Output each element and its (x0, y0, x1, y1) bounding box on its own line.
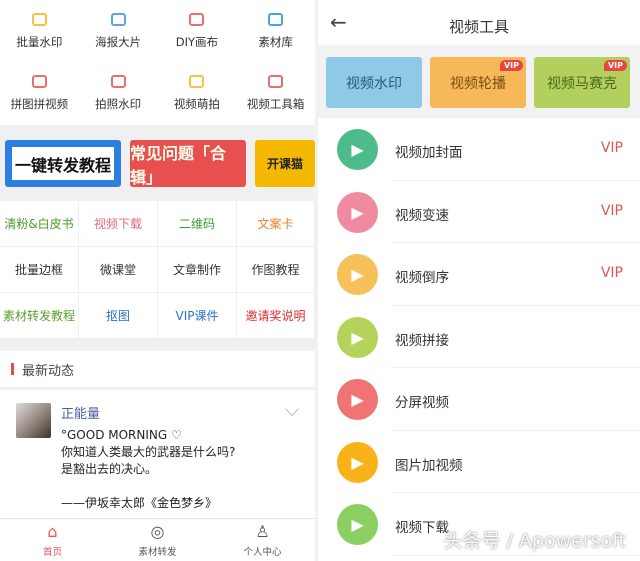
image-video-icon: ▶ (337, 441, 378, 483)
link-item[interactable]: 文案卡 (237, 201, 315, 247)
banner-strip: 一键转发教程 常见问题「合辑」 开课猫 (5, 140, 315, 187)
tile-label: 视频水印 (346, 75, 402, 92)
tile-1[interactable]: 视频水印 (326, 57, 422, 108)
quick-tool-label: 素材库 (258, 34, 293, 49)
tool-label: 图片加视频 (395, 457, 463, 474)
quick-tool-8[interactable]: 视频工具箱 (236, 62, 315, 124)
home-icon: ⌂ (47, 521, 58, 541)
link-item[interactable]: 素材转发教程 (0, 293, 79, 339)
poster-icon (110, 12, 126, 26)
canvas-icon (189, 12, 205, 26)
vip-badge: VIP (603, 60, 627, 71)
tile-2[interactable]: 视频轮播 VIP (430, 57, 526, 108)
image-icon (31, 12, 47, 26)
quick-tool-label: 拍照水印 (95, 96, 142, 111)
layers-icon (268, 12, 284, 26)
quick-tool-4[interactable]: 素材库 (236, 0, 315, 62)
video-speed-icon: ▶ (337, 191, 378, 233)
tool-label: 视频下载 (395, 520, 449, 536)
quick-tool-label: 海报大片 (95, 34, 142, 49)
video-camera-icon (189, 74, 205, 88)
video-reverse-icon: ▶ (337, 254, 378, 295)
vip-badge: VIP (499, 60, 523, 71)
tool-label: 视频拼接 (395, 332, 449, 349)
link-item[interactable]: 视频下载 (79, 201, 158, 247)
quick-tool-7[interactable]: 视频萌拍 (158, 62, 237, 124)
link-item[interactable]: 作图教程 (237, 247, 315, 293)
chevron-down-icon[interactable] (284, 401, 300, 417)
video-merge-icon: ▶ (337, 316, 378, 358)
page-title: 视频工具 (448, 18, 509, 36)
quick-tool-1[interactable]: 批量水印 (0, 0, 79, 62)
tool-row[interactable]: ▶ 视频倒序 VIP (318, 243, 640, 306)
banner-2[interactable]: 常见问题「合辑」 (130, 140, 246, 187)
watermark: 头条号 / Apowersoft (443, 530, 626, 552)
banner-1[interactable]: 一键转发教程 (5, 140, 121, 187)
quick-tool-2[interactable]: 海报大片 (79, 0, 158, 62)
quick-tool-label: 视频萌拍 (173, 96, 220, 111)
tile-label: 视频轮播 (450, 75, 506, 92)
vip-label: VIP (600, 140, 623, 156)
tile-label: 视频马赛克 (547, 75, 617, 92)
post-author[interactable]: 正能量 (61, 403, 100, 422)
link-grid: 清粉&白皮书 视频下载 二维码 文案卡批量边框 微课堂 文章制作 作图教程素材转发教程 抠图 V… (0, 201, 315, 339)
nav-2[interactable]: ◎ 素材转发 (105, 519, 210, 561)
link-item[interactable]: 清粉&白皮书 (0, 201, 79, 247)
tool-row[interactable]: ▶ 分屏视频 (318, 368, 640, 431)
nav-1[interactable]: ⌂ 首页 (0, 519, 105, 561)
user-icon: ♙ (255, 521, 270, 541)
tool-row[interactable]: ▶ 视频变速 VIP (318, 181, 640, 243)
link-item[interactable]: 批量边框 (0, 247, 79, 293)
news-title: 最新动态 (22, 363, 75, 379)
link-item[interactable]: 二维码 (158, 201, 237, 247)
tool-label: 分屏视频 (395, 395, 449, 411)
collage-icon (31, 74, 47, 88)
link-item[interactable]: 抠图 (79, 293, 158, 339)
news-header: 最新动态 (0, 351, 315, 387)
quick-tool-3[interactable]: DIY画布 (158, 0, 237, 62)
header: ← 视频工具 (318, 0, 640, 45)
vip-label: VIP (600, 265, 623, 281)
split-screen-icon: ▶ (337, 379, 378, 420)
quick-tools-grid: 批量水印 海报大片 DIY画布 素材库拼图拼视频 拍照水印 视频萌拍 视频工具箱 (0, 0, 315, 125)
accent-bar (11, 363, 14, 375)
nav-label: 首页 (42, 546, 62, 558)
tool-row[interactable]: ▶ 视频拼接 (318, 306, 640, 368)
camera-icon (110, 74, 126, 88)
video-tools-screen: ← 视频工具 视频水印 视频轮播 VIP 视频马赛克 VIP ▶ 视频加封面 VIP ▶ 视频变… (318, 0, 640, 561)
quick-tool-label: 视频工具箱 (246, 96, 305, 111)
home-screen: 批量水印 海报大片 DIY画布 素材库拼图拼视频 拍照水印 视频萌拍 视频工具箱 一键转发教… (0, 0, 315, 561)
quick-tool-label: 批量水印 (16, 34, 63, 49)
nav-3[interactable]: ♙ 个人中心 (210, 519, 315, 561)
news-post[interactable]: 正能量 °GOOD MORNING ♡ 你知道人类最大的武器是什么吗? 是豁出去… (0, 390, 315, 518)
video-cover-icon: ▶ (337, 129, 378, 170)
quick-tool-6[interactable]: 拍照水印 (79, 62, 158, 124)
tool-list: ▶ 视频加封面 VIP ▶ 视频变速 VIP ▶ 视频倒序 VIP ▶ 视频拼接 ▶ 分屏视频 ▶ 图片加视… (318, 118, 640, 561)
video-toolbox-icon (268, 74, 284, 88)
link-item[interactable]: 文章制作 (158, 247, 237, 293)
divider (391, 554, 640, 556)
tool-row[interactable]: ▶ 图片加视频 (318, 431, 640, 493)
quick-tool-5[interactable]: 拼图拼视频 (0, 62, 79, 124)
tile-3[interactable]: 视频马赛克 VIP (534, 57, 630, 108)
post-text: °GOOD MORNING ♡ 你知道人类最大的武器是什么吗? 是豁出去的决心。… (61, 428, 236, 510)
link-item[interactable]: VIP课件 (158, 293, 237, 339)
video-download-icon: ▶ (337, 504, 378, 545)
banner-3[interactable]: 开课猫 (255, 140, 315, 187)
nav-label: 素材转发 (138, 546, 177, 558)
quick-tool-label: 拼图拼视频 (10, 96, 69, 111)
quick-tool-label: DIY画布 (175, 34, 219, 49)
feature-tiles: 视频水印 视频轮播 VIP 视频马赛克 VIP (326, 57, 630, 108)
tool-row[interactable]: ▶ 视频加封面 VIP (318, 118, 640, 181)
vip-label: VIP (600, 202, 623, 219)
avatar[interactable] (16, 403, 51, 438)
link-item[interactable]: 微课堂 (79, 247, 158, 293)
nav-label: 个人中心 (243, 546, 282, 558)
link-item[interactable]: 邀请奖说明 (237, 293, 315, 339)
aperture-icon: ◎ (150, 521, 165, 541)
tool-label: 视频加封面 (395, 145, 463, 161)
tool-label: 视频倒序 (395, 270, 449, 286)
tool-label: 视频变速 (395, 207, 449, 224)
bottom-nav: ⌂ 首页 ◎ 素材转发 ♙ 个人中心 (0, 518, 315, 561)
